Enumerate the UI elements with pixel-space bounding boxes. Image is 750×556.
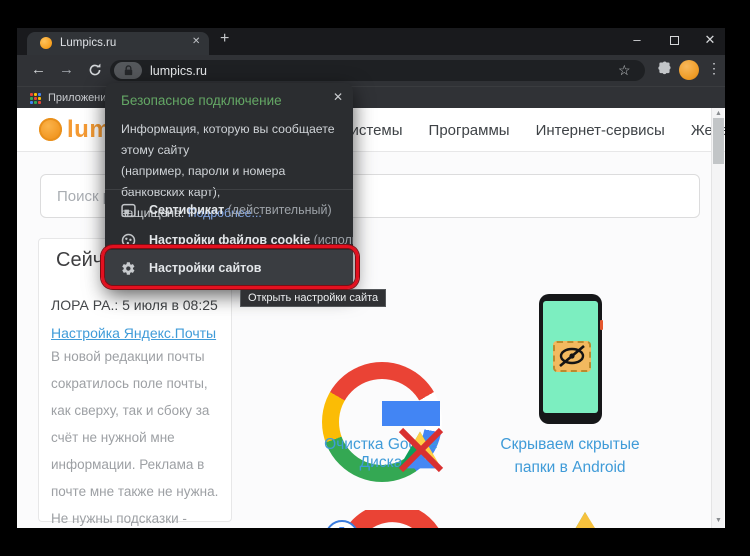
chrome-menu-button[interactable]: ⋮ xyxy=(707,60,721,77)
lock-icon xyxy=(122,64,135,77)
tab-title: Lumpics.ru xyxy=(60,37,116,49)
site-favicon-icon xyxy=(40,37,52,49)
url-text[interactable]: lumpics.ru xyxy=(150,64,207,78)
back-button[interactable]: ← xyxy=(31,61,46,78)
puzzle-icon xyxy=(655,61,672,78)
address-bar[interactable]: lumpics.ru ☆ xyxy=(110,60,645,81)
browser-tab[interactable]: Lumpics.ru ✕ xyxy=(27,32,209,55)
site-nav: системыПрограммыИнтернет-сервисыЖелезо xyxy=(317,122,697,140)
certificate-icon xyxy=(121,203,136,218)
comment-meta: ЛОРА РА.: 5 июля в 08:25 xyxy=(51,297,218,313)
nav-item-internet-services[interactable]: Интернет-сервисы xyxy=(536,122,665,139)
phone-power-button xyxy=(600,320,603,330)
browser-toolbar: ← → lumpics.ru ☆ xyxy=(17,55,725,86)
red-cross-annotation xyxy=(395,426,447,479)
popup-title: Безопасное подключение xyxy=(121,93,282,108)
red-highlight-annotation xyxy=(101,245,359,289)
site-logo-icon[interactable] xyxy=(39,118,62,141)
scrollbar-down-icon[interactable]: ▼ xyxy=(712,517,725,524)
tab-strip: Lumpics.ru ✕ + – ✕ xyxy=(17,28,725,55)
apps-grid-icon[interactable] xyxy=(30,93,41,104)
scrollbar-up-icon[interactable]: ▲ xyxy=(712,110,725,117)
comment-body: В новой редакции почты сократилось поле … xyxy=(51,343,227,528)
bookmark-star-icon[interactable]: ☆ xyxy=(618,62,631,79)
forward-button[interactable]: → xyxy=(59,61,74,78)
reload-button[interactable] xyxy=(87,62,103,83)
google-logo-bar xyxy=(382,401,440,426)
extensions-button[interactable] xyxy=(655,61,672,83)
comment-article-link[interactable]: Настройка Яндекс.Почты xyxy=(51,325,216,341)
tab-close-icon[interactable]: ✕ xyxy=(192,36,200,47)
site-settings-tooltip: Открыть настройки сайта xyxy=(240,289,386,307)
window-maximize-button[interactable] xyxy=(664,36,684,45)
new-tab-button[interactable]: + xyxy=(220,30,229,48)
nav-item-programs[interactable]: Программы xyxy=(429,122,510,139)
page-scrollbar[interactable]: ▲ ▼ xyxy=(711,108,724,528)
menu-item-certificate[interactable]: Сертификат (действительный) xyxy=(105,195,353,225)
window-close-button[interactable]: ✕ xyxy=(700,32,720,48)
bookmark-apps-label[interactable]: Приложения xyxy=(48,92,112,104)
phone-image[interactable] xyxy=(539,294,602,424)
article-link-android-folders-line1[interactable]: Скрываем скрытые xyxy=(480,436,660,454)
profile-avatar[interactable] xyxy=(679,60,699,80)
scrollbar-thumb[interactable] xyxy=(713,118,724,164)
reload-icon xyxy=(87,62,103,78)
phone-screen xyxy=(543,301,598,413)
card-heading: Сейч xyxy=(56,249,103,272)
google-drive-logo-image[interactable] xyxy=(525,508,645,528)
hidden-folder-icon xyxy=(553,341,591,372)
screenshot-canvas: Lumpics.ru ✕ + – ✕ ← → xyxy=(0,0,750,556)
popup-close-icon[interactable]: ✕ xyxy=(333,90,343,104)
window-minimize-button[interactable]: – xyxy=(627,32,647,47)
article-link-android-folders-line2[interactable]: папки в Android xyxy=(480,459,660,477)
site-info-chip[interactable] xyxy=(114,62,142,79)
popup-divider xyxy=(105,189,353,190)
